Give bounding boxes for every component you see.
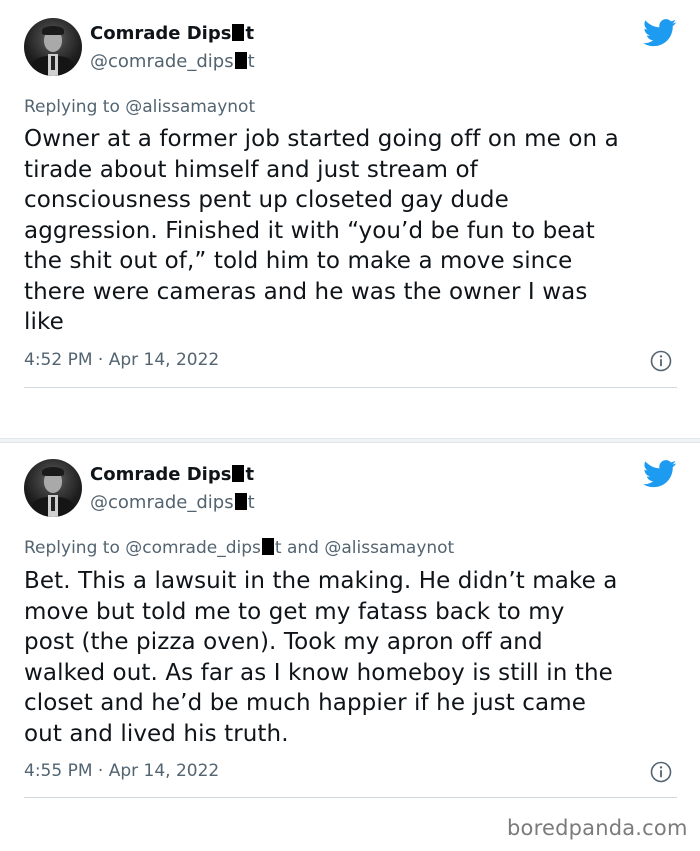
timestamp[interactable]: 4:55 PM · Apr 14, 2022	[24, 761, 219, 781]
tweet-text: Owner at a former job started going off …	[24, 126, 619, 335]
censor-block	[234, 493, 247, 510]
avatar[interactable]	[24, 459, 82, 517]
info-icon[interactable]	[650, 761, 672, 783]
tweet-text: Bet. This a lawsuit in the making. He di…	[24, 568, 618, 747]
replying-to: Replying to @comrade_dips t and @alissama…	[24, 538, 455, 558]
tweet-card: Comrade Dips t @comrade_dips t Replying to…	[0, 0, 700, 440]
timestamp[interactable]: 4:52 PM · Apr 14, 2022	[24, 350, 219, 370]
mention-link[interactable]: @comrade_dips t and @alissamaynot	[125, 538, 454, 558]
divider	[24, 797, 677, 798]
replying-to: Replying to @alissamaynot	[24, 97, 256, 117]
divider	[24, 387, 677, 388]
user-handle[interactable]: @comrade_dips t	[90, 51, 255, 72]
user-handle[interactable]: @comrade_dips t	[90, 492, 255, 513]
censor-block	[232, 465, 245, 482]
tweet-card: Comrade Dips t @comrade_dips t Replying to…	[0, 441, 700, 831]
mention-link[interactable]: @alissamaynot	[125, 97, 255, 117]
twitter-bird-icon[interactable]	[643, 460, 677, 488]
info-icon[interactable]	[650, 350, 672, 372]
censor-block	[232, 24, 245, 41]
display-name[interactable]: Comrade Dips t	[90, 23, 254, 44]
avatar[interactable]	[24, 18, 82, 76]
censor-block	[261, 538, 274, 555]
censor-block	[234, 52, 247, 69]
watermark: boredpanda.com	[507, 816, 688, 840]
twitter-bird-icon[interactable]	[643, 19, 677, 47]
display-name[interactable]: Comrade Dips t	[90, 464, 254, 485]
